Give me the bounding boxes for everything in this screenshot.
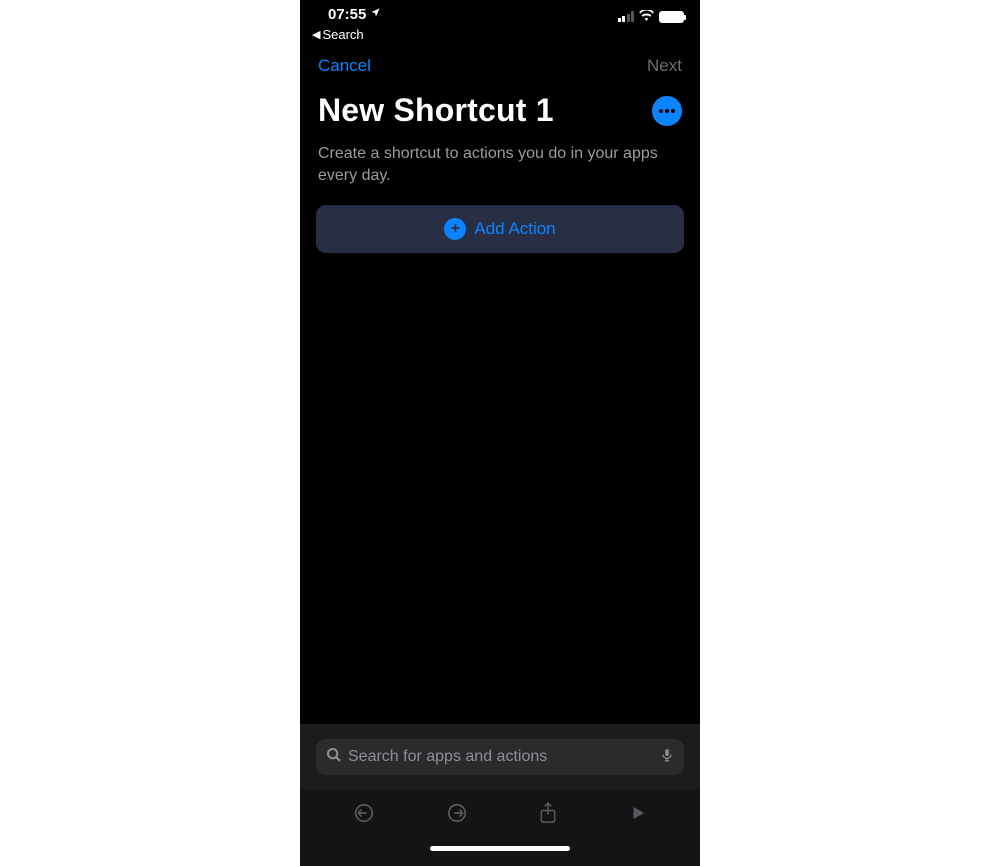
battery-icon bbox=[659, 11, 684, 23]
status-time-group: 07:55 bbox=[328, 6, 381, 23]
search-input[interactable] bbox=[348, 748, 654, 766]
content-spacer bbox=[300, 253, 700, 724]
undo-button[interactable] bbox=[353, 802, 375, 829]
bottom-toolbar bbox=[300, 790, 700, 840]
ellipsis-icon bbox=[659, 109, 663, 113]
status-time: 07:55 bbox=[328, 6, 366, 23]
search-field[interactable] bbox=[316, 739, 684, 775]
wifi-icon bbox=[639, 8, 654, 25]
phone-frame: 07:55 ◀ Search Cancel Next New Shortcut … bbox=[300, 0, 700, 866]
share-button[interactable] bbox=[538, 801, 558, 830]
play-button[interactable] bbox=[629, 803, 647, 828]
more-button[interactable] bbox=[652, 96, 682, 126]
chevron-left-icon: ◀ bbox=[312, 28, 320, 41]
cancel-button[interactable]: Cancel bbox=[318, 56, 371, 76]
status-indicators bbox=[618, 8, 685, 25]
title-row: New Shortcut 1 bbox=[300, 84, 700, 137]
plus-icon: + bbox=[444, 218, 466, 240]
back-breadcrumb[interactable]: ◀ Search bbox=[300, 24, 700, 44]
page-title: New Shortcut 1 bbox=[318, 92, 554, 129]
redo-button[interactable] bbox=[446, 802, 468, 829]
next-button[interactable]: Next bbox=[647, 56, 682, 76]
search-panel bbox=[300, 724, 700, 790]
location-icon bbox=[370, 5, 381, 22]
home-indicator[interactable] bbox=[430, 846, 570, 851]
add-action-button[interactable]: + Add Action bbox=[316, 205, 684, 253]
mic-icon[interactable] bbox=[660, 746, 674, 769]
home-indicator-area bbox=[300, 840, 700, 866]
search-icon bbox=[326, 747, 342, 768]
status-bar: 07:55 bbox=[300, 0, 700, 24]
back-label: Search bbox=[322, 27, 363, 42]
nav-bar: Cancel Next bbox=[300, 44, 700, 84]
page-subtitle: Create a shortcut to actions you do in y… bbox=[300, 137, 700, 205]
cellular-icon bbox=[618, 11, 635, 22]
add-action-label: Add Action bbox=[474, 219, 555, 239]
